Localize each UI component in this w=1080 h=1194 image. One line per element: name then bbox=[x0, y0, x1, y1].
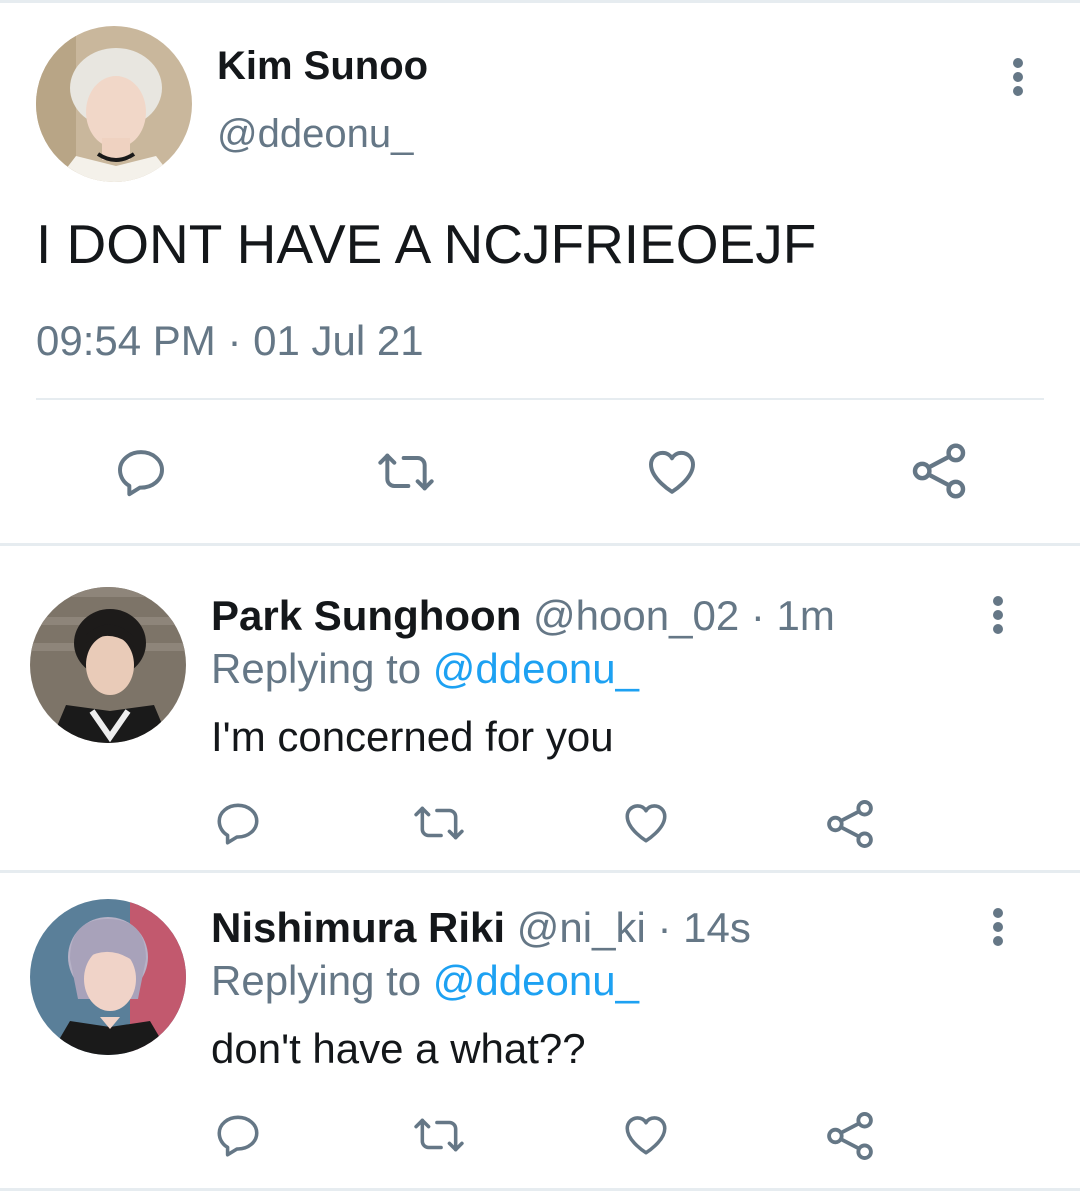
heart-icon[interactable] bbox=[620, 1110, 672, 1160]
replying-to: Replying to @ddeonu_ bbox=[211, 645, 639, 693]
reply-handle[interactable]: @hoon_02 bbox=[533, 592, 739, 639]
replying-to: Replying to @ddeonu_ bbox=[211, 957, 639, 1005]
heart-icon[interactable] bbox=[620, 798, 672, 848]
share-icon[interactable] bbox=[908, 440, 970, 502]
retweet-icon[interactable] bbox=[372, 444, 440, 500]
reply-display-name[interactable]: Nishimura Riki bbox=[211, 904, 505, 951]
avatar-park-sunghoon[interactable] bbox=[30, 587, 186, 743]
replying-to-link[interactable]: @ddeonu_ bbox=[433, 957, 639, 1004]
tweet-text: I DONT HAVE A NCJFRIEOEJF bbox=[36, 213, 817, 275]
share-icon[interactable] bbox=[823, 797, 877, 851]
reply-text: don't have a what?? bbox=[211, 1025, 586, 1072]
reply-time[interactable]: · 1m bbox=[751, 592, 835, 639]
reply-icon[interactable] bbox=[213, 798, 263, 848]
avatar-nishimura-riki[interactable] bbox=[30, 899, 186, 1055]
replying-to-label: Replying to bbox=[211, 645, 422, 692]
retweet-icon[interactable] bbox=[409, 1110, 469, 1160]
handle[interactable]: @ddeonu_ bbox=[217, 110, 413, 158]
display-name[interactable]: Kim Sunoo bbox=[217, 42, 428, 90]
reply-header: Park Sunghoon @hoon_02 · 1m bbox=[211, 592, 835, 640]
reply-time[interactable]: · 14s bbox=[657, 904, 750, 951]
reply-display-name[interactable]: Park Sunghoon bbox=[211, 592, 521, 639]
reply-icon[interactable] bbox=[213, 1110, 263, 1160]
replying-to-link[interactable]: @ddeonu_ bbox=[433, 645, 639, 692]
replying-to-label: Replying to bbox=[211, 957, 422, 1004]
reply-handle[interactable]: @ni_ki bbox=[517, 904, 646, 951]
bottom-divider bbox=[0, 1188, 1080, 1191]
more-vertical-icon[interactable] bbox=[996, 54, 1040, 100]
action-divider bbox=[36, 398, 1044, 400]
retweet-icon[interactable] bbox=[409, 798, 469, 848]
reply-header: Nishimura Riki @ni_ki · 14s bbox=[211, 904, 751, 952]
more-vertical-icon[interactable] bbox=[976, 592, 1020, 638]
tweet-timestamp[interactable]: 09:54 PM · 01 Jul 21 bbox=[36, 316, 424, 366]
top-divider bbox=[0, 0, 1080, 3]
reply-icon[interactable] bbox=[112, 444, 170, 500]
more-vertical-icon[interactable] bbox=[976, 904, 1020, 950]
share-icon[interactable] bbox=[823, 1109, 877, 1163]
section-divider-1 bbox=[0, 543, 1080, 546]
avatar-kim-sunoo[interactable] bbox=[36, 26, 192, 182]
heart-icon[interactable] bbox=[642, 444, 702, 500]
section-divider-2 bbox=[0, 870, 1080, 873]
reply-text: I'm concerned for you bbox=[211, 713, 614, 760]
